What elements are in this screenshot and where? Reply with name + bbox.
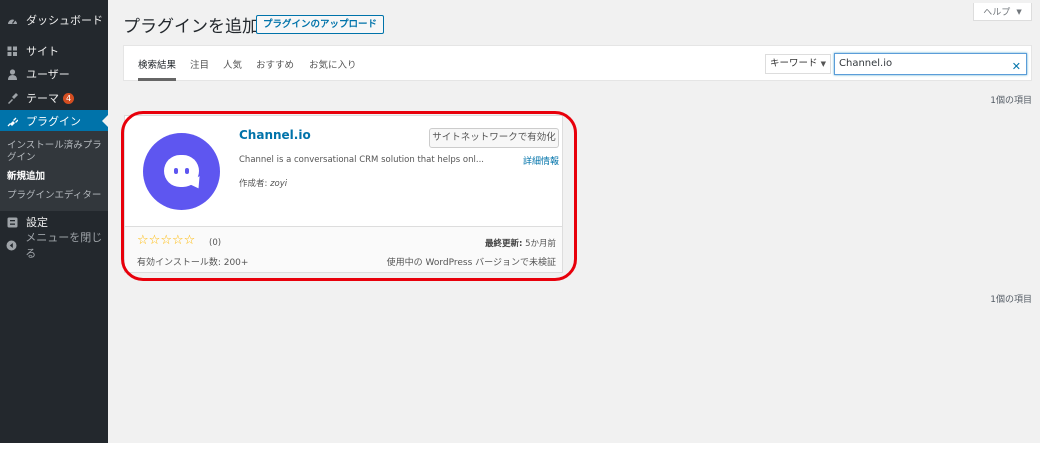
sidebar-item-label: ユーザー: [26, 68, 70, 81]
themes-icon: [6, 92, 18, 104]
sites-icon: [6, 45, 18, 57]
sidebar-item-label: プラグイン: [26, 115, 81, 128]
upload-plugin-button[interactable]: プラグインのアップロード: [256, 15, 385, 34]
sidebar-item-label: 設定: [26, 216, 48, 229]
tab-search-results[interactable]: 検索結果: [138, 57, 176, 71]
collapse-menu-button[interactable]: メニューを閉じる: [0, 231, 108, 260]
admin-sidebar: ダッシュボード サイト ユーザー テーマ 4 プラグイン インストール済みプラグ…: [0, 0, 108, 443]
highlight-annotation: [121, 111, 577, 281]
dashboard-icon: [6, 14, 18, 26]
caret-down-icon: ▼: [820, 60, 826, 68]
search-input[interactable]: Channel.io ✕: [834, 53, 1027, 75]
sidebar-item-dashboard[interactable]: ダッシュボード: [0, 9, 108, 31]
sidebar-item-label: メニューを閉じる: [25, 231, 103, 260]
tab-featured[interactable]: 注目: [190, 57, 209, 71]
tab-favorites[interactable]: お気に入り: [309, 57, 357, 71]
sidebar-item-sites[interactable]: サイト: [0, 40, 108, 62]
tab-recommended[interactable]: おすすめ: [256, 57, 294, 71]
sidebar-item-plugins[interactable]: プラグイン: [0, 110, 108, 132]
submenu-item-plugin-editor[interactable]: プラグインエディター: [7, 190, 105, 202]
clear-search-icon[interactable]: ✕: [1012, 57, 1021, 77]
current-tab-indicator: [138, 78, 176, 81]
sidebar-item-users[interactable]: ユーザー: [0, 63, 108, 85]
plugins-submenu: インストール済みプラグイン 新規追加 プラグインエディター: [0, 131, 108, 211]
users-icon: [6, 68, 18, 80]
search-type-value: キーワード: [770, 58, 818, 69]
sidebar-item-label: サイト: [26, 45, 59, 58]
item-count-top: 1個の項目: [990, 96, 1032, 106]
tab-popular[interactable]: 人気: [223, 57, 242, 71]
sidebar-item-themes[interactable]: テーマ 4: [0, 87, 108, 109]
search-input-value: Channel.io: [839, 58, 893, 69]
sidebar-item-label: テーマ: [26, 92, 59, 105]
submenu-item-add-new[interactable]: 新規追加: [7, 171, 105, 183]
filter-bar: 検索結果 注目 人気 おすすめ お気に入り キーワード ▼ Channel.io…: [123, 45, 1032, 81]
sidebar-item-label: ダッシュボード: [26, 14, 103, 27]
item-count-bottom: 1個の項目: [990, 295, 1032, 305]
update-count-badge: 4: [63, 92, 74, 104]
help-label: ヘルプ: [983, 8, 1011, 18]
collapse-menu-icon: [6, 239, 17, 251]
submenu-item-installed-plugins[interactable]: インストール済みプラグイン: [7, 140, 105, 164]
page-title: プラグインを追加: [123, 17, 259, 37]
search-type-select[interactable]: キーワード ▼: [765, 54, 831, 74]
settings-icon: [6, 216, 18, 228]
plugins-icon: [6, 115, 18, 127]
caret-down-icon: ▼: [1016, 7, 1022, 16]
help-tab-button[interactable]: ヘルプ ▼: [973, 3, 1032, 21]
